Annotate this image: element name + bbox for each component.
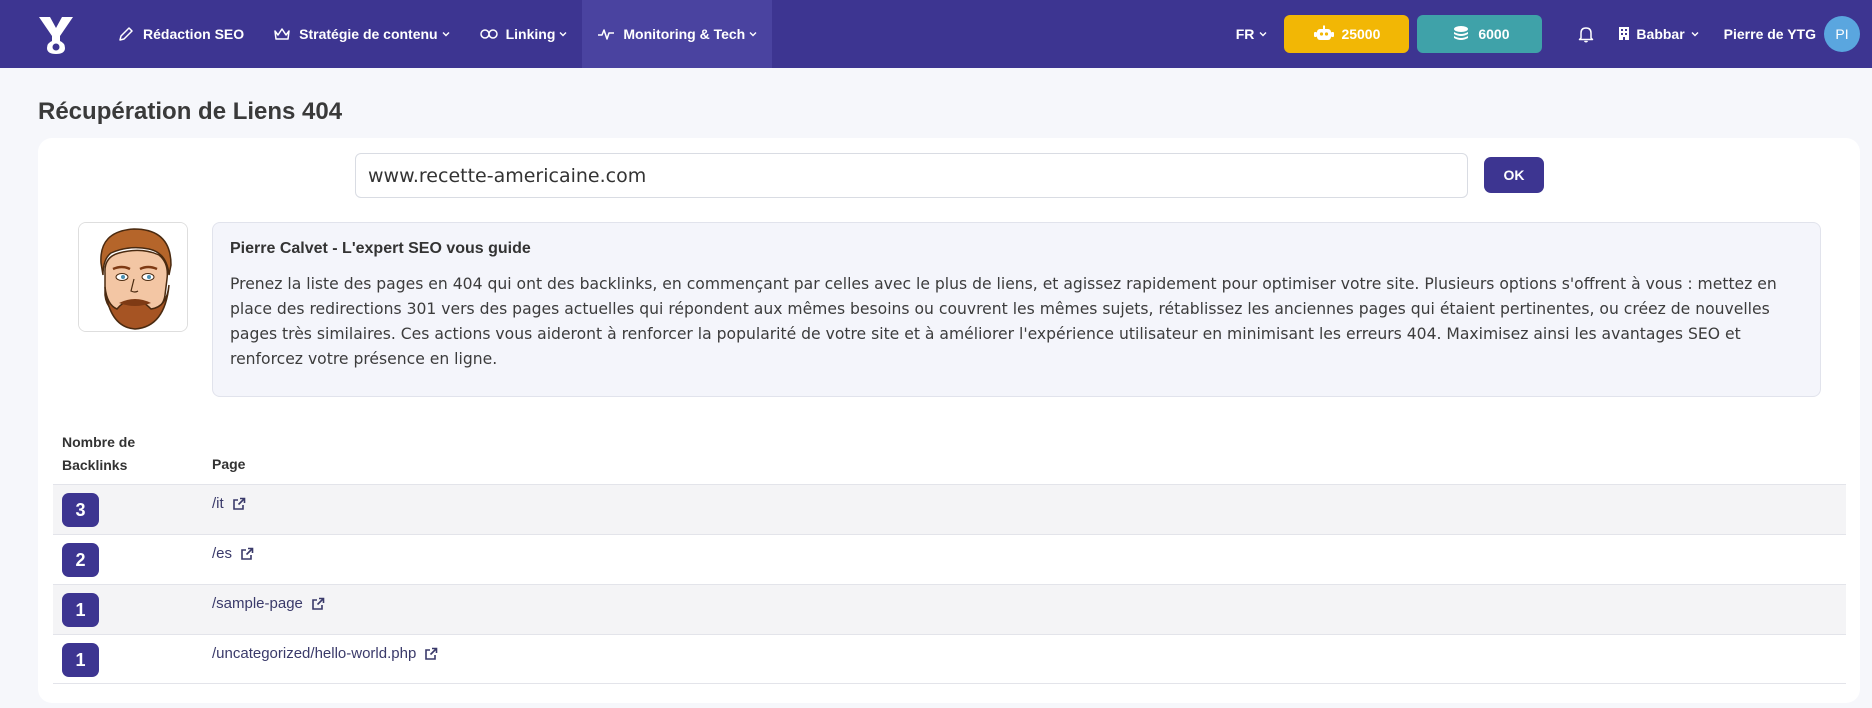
coin-credits-value: 6000 xyxy=(1478,26,1510,42)
page-path: /sample-page xyxy=(212,595,303,612)
page-title: Récupération de Liens 404 xyxy=(38,98,343,125)
nav-item-strategie-contenu[interactable]: Stratégie de contenu xyxy=(258,0,464,68)
nav-item-label: Stratégie de contenu xyxy=(299,26,438,42)
chevron-down-icon xyxy=(441,29,451,39)
expert-avatar xyxy=(78,222,188,332)
logo-icon xyxy=(39,17,73,54)
table-row: 1 /uncategorized/hello-world.php xyxy=(53,634,1846,684)
ok-button[interactable]: OK xyxy=(1484,157,1544,193)
table-row: 3 /it xyxy=(53,484,1846,534)
chevron-down-icon xyxy=(1258,29,1268,39)
nav-item-label: Rédaction SEO xyxy=(143,26,245,42)
page-link[interactable]: /es xyxy=(212,545,254,562)
expert-guide-box: Pierre Calvet - L'expert SEO vous guide … xyxy=(212,222,1821,397)
nav-item-label: Linking xyxy=(505,26,556,42)
nav-right: FR 25000 6000 Babbar Pierre de YTG PI xyxy=(1236,0,1872,68)
robot-icon xyxy=(1313,25,1335,43)
ai-credits-button[interactable]: 25000 xyxy=(1284,15,1410,53)
workspace-label: Babbar xyxy=(1636,26,1685,42)
nav-item-redaction-seo[interactable]: Rédaction SEO xyxy=(102,0,258,68)
chevron-down-icon xyxy=(558,29,568,39)
main-nav: Rédaction SEO Stratégie de contenu Linki… xyxy=(102,0,773,68)
page-path: /it xyxy=(212,495,224,512)
crown-icon xyxy=(272,24,292,44)
page-path: /uncategorized/hello-world.php xyxy=(212,645,417,662)
nav-item-label: Monitoring & Tech xyxy=(623,26,746,42)
table-row: 1 /sample-page xyxy=(53,584,1846,634)
external-link-icon[interactable] xyxy=(240,547,254,561)
app-logo[interactable] xyxy=(22,0,90,68)
external-link-icon[interactable] xyxy=(232,497,246,511)
bell-icon[interactable] xyxy=(1576,24,1596,44)
workspace-selector[interactable]: Babbar xyxy=(1618,26,1699,42)
nav-item-linking[interactable]: Linking xyxy=(465,0,583,68)
backlink-count-badge: 2 xyxy=(62,543,99,577)
page-link[interactable]: /it xyxy=(212,495,246,512)
backlinks-table-body: 3 /it 2 /es 1 /sample-page 1 /uncategori… xyxy=(53,484,1846,684)
user-name[interactable]: Pierre de YTG xyxy=(1724,26,1816,42)
chevron-down-icon xyxy=(748,29,758,39)
expert-guide-text: Prenez la liste des pages en 404 qui ont… xyxy=(230,275,1777,368)
page-path: /es xyxy=(212,545,233,562)
external-link-icon[interactable] xyxy=(311,597,325,611)
pulse-icon xyxy=(596,24,616,44)
ai-credits-value: 25000 xyxy=(1341,26,1381,42)
language-label: FR xyxy=(1235,26,1255,42)
link-icon xyxy=(479,24,499,44)
page-link[interactable]: /uncategorized/hello-world.php xyxy=(212,645,438,662)
backlink-count-badge: 3 xyxy=(62,493,99,527)
expert-portrait-icon xyxy=(79,223,187,331)
expert-guide-title: Pierre Calvet - L'expert SEO vous guide xyxy=(230,240,531,257)
user-avatar[interactable]: PI xyxy=(1824,16,1860,52)
language-selector[interactable]: FR xyxy=(1236,26,1269,42)
chevron-down-icon xyxy=(1690,29,1700,39)
table-row: 2 /es xyxy=(53,534,1846,584)
building-icon xyxy=(1618,26,1632,42)
coin-credits-button[interactable]: 6000 xyxy=(1417,15,1543,53)
pencil-icon xyxy=(116,24,136,44)
domain-input[interactable] xyxy=(355,153,1468,198)
backlink-count-badge: 1 xyxy=(62,643,99,677)
coins-icon xyxy=(1450,25,1472,43)
backlink-count-badge: 1 xyxy=(62,593,99,627)
page-link[interactable]: /sample-page xyxy=(212,595,325,612)
nav-item-monitoring-tech[interactable]: Monitoring & Tech xyxy=(582,0,773,68)
external-link-icon[interactable] xyxy=(424,647,438,661)
top-navbar: Rédaction SEO Stratégie de contenu Linki… xyxy=(0,0,1872,68)
column-header-page[interactable]: Page xyxy=(212,453,245,476)
column-header-backlinks[interactable]: Nombre de Backlinks xyxy=(62,431,162,477)
